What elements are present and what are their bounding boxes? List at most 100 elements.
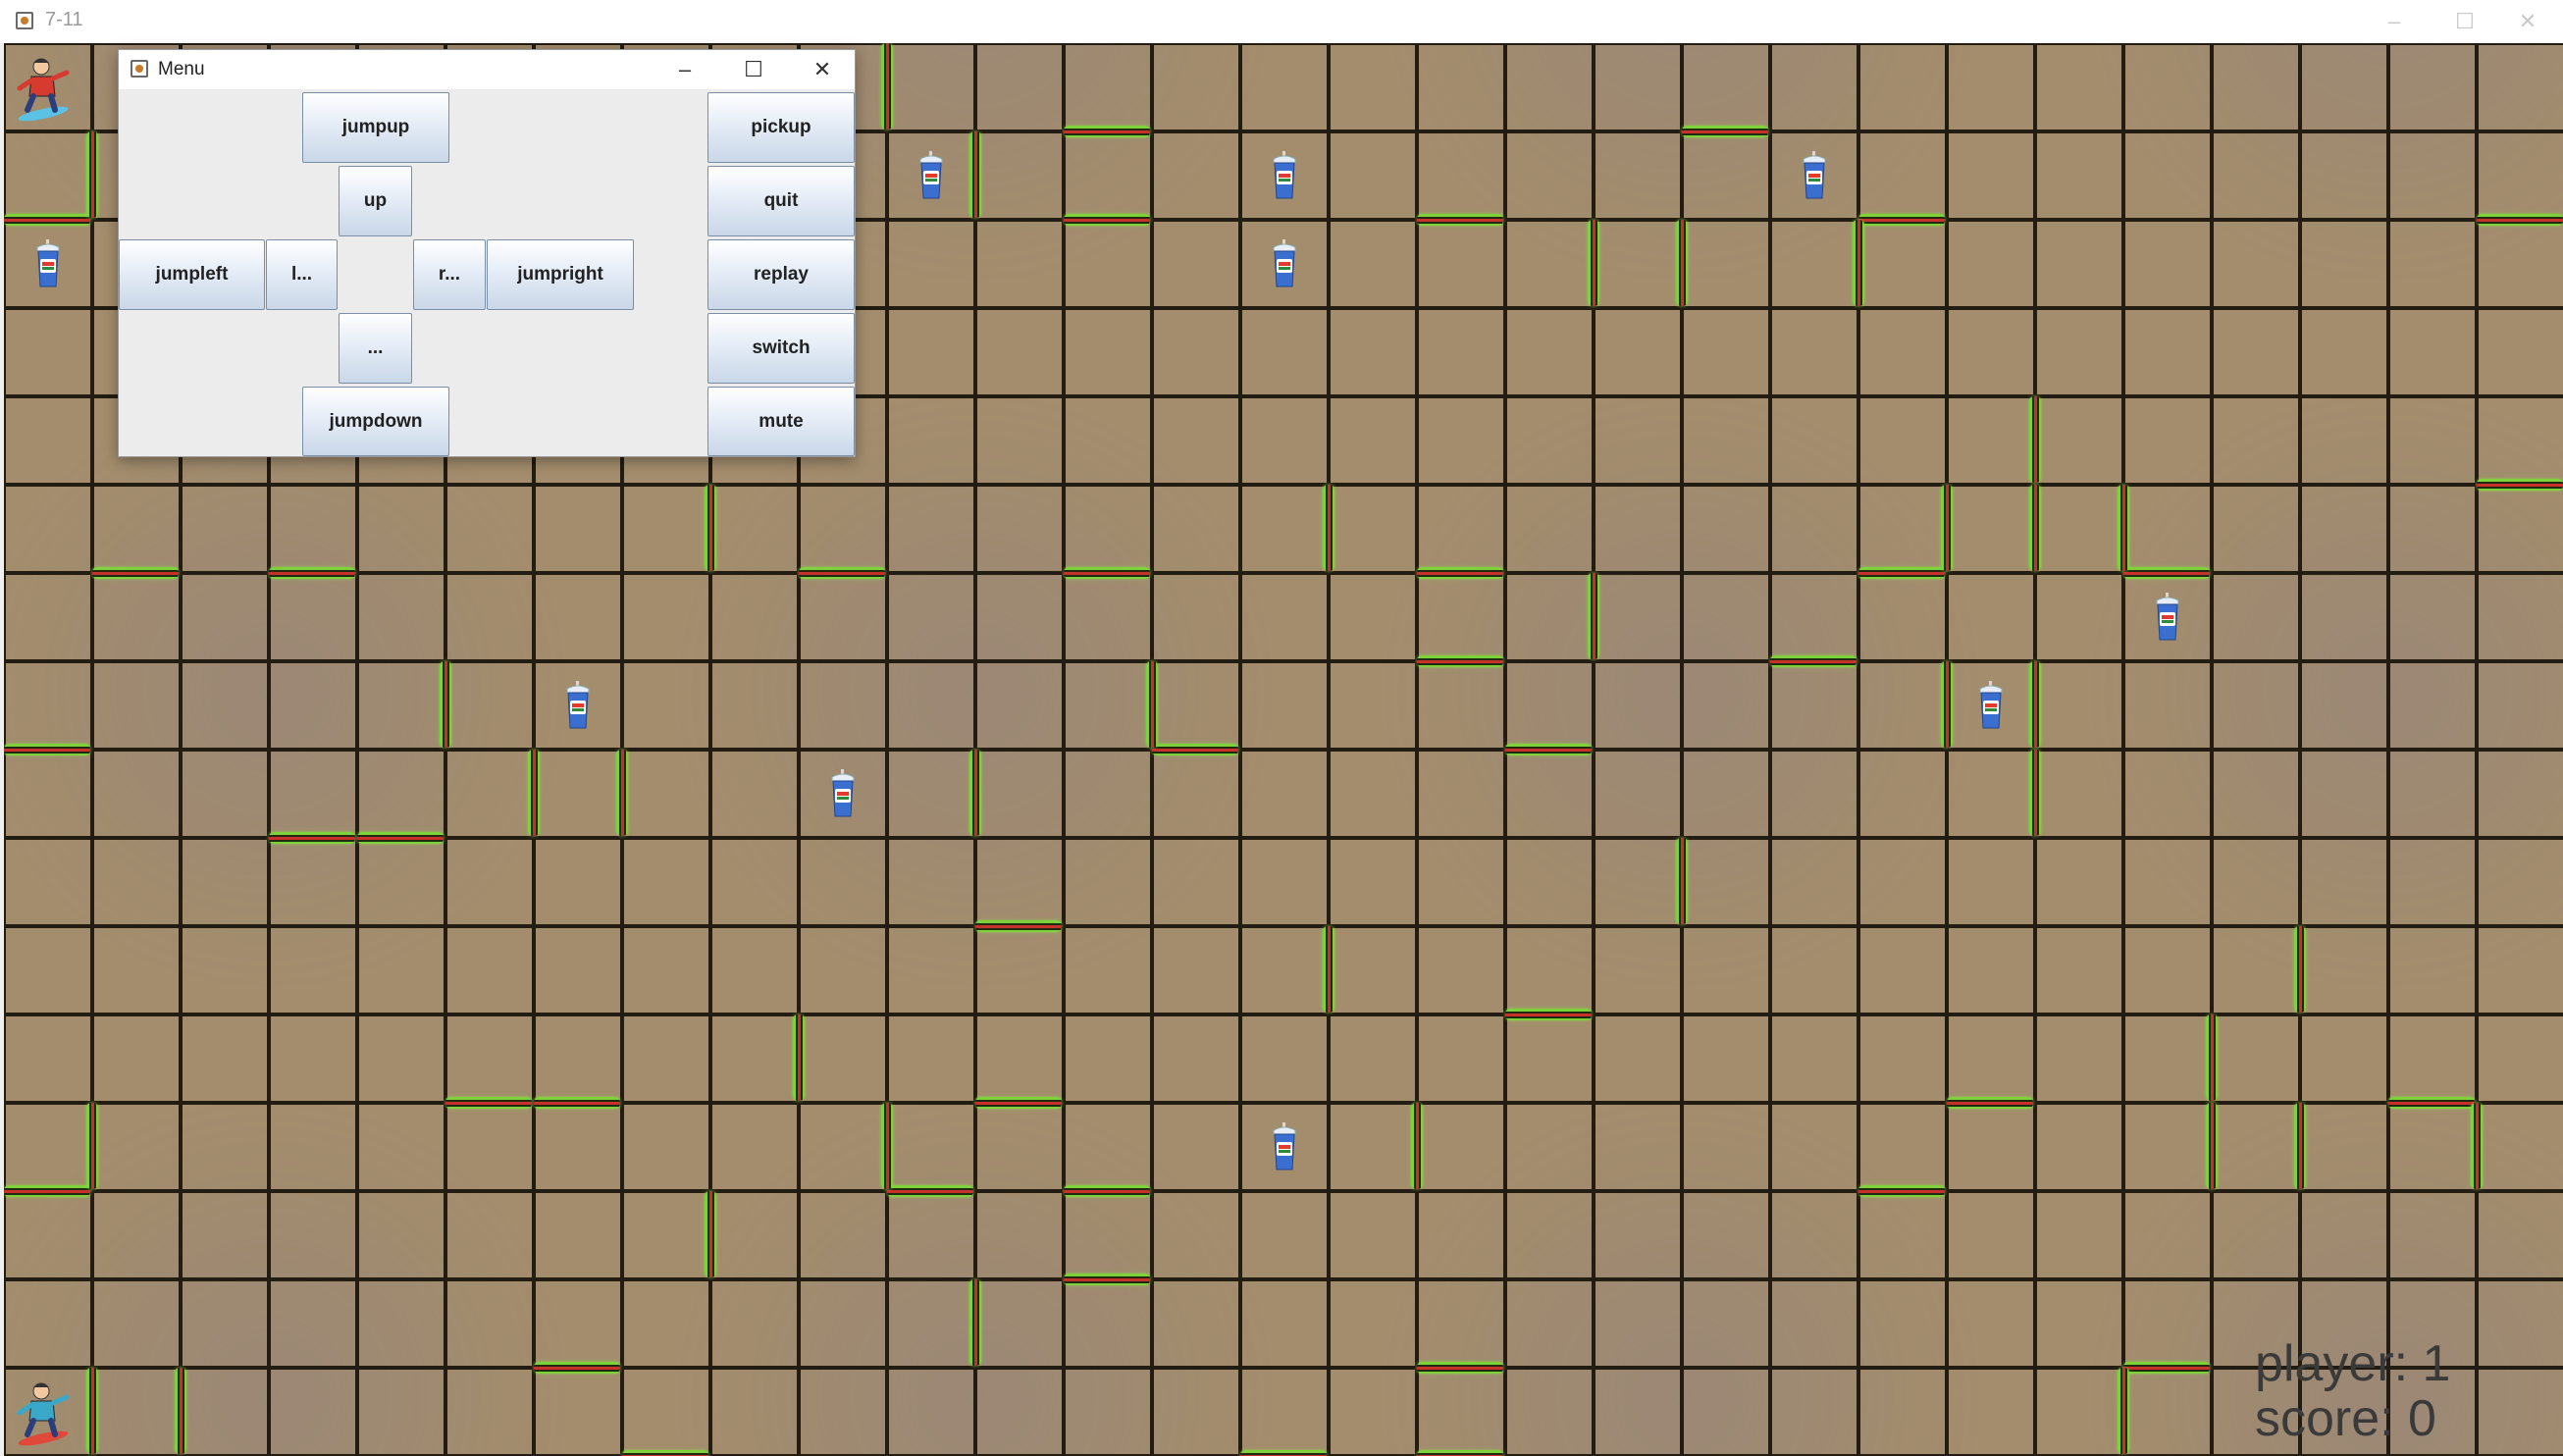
wall-horizontal: [1770, 655, 1857, 667]
wall-horizontal: [2123, 1362, 2210, 1374]
player-1-snowboarder-icon: [17, 58, 70, 122]
wall-vertical: [705, 485, 716, 571]
wall-horizontal: [1682, 126, 1768, 137]
wall-vertical: [86, 1103, 98, 1189]
wall-vertical: [705, 1191, 716, 1277]
wall-vertical: [2029, 750, 2041, 836]
wall-horizontal: [1417, 1450, 1503, 1456]
slurpee-cup-icon[interactable]: [1270, 1122, 1299, 1171]
wall-horizontal: [1417, 214, 1503, 226]
wall-vertical: [1941, 661, 1953, 748]
wall-horizontal: [1064, 567, 1150, 579]
wall-vertical: [175, 1368, 186, 1454]
up-button[interactable]: up: [339, 166, 412, 236]
wall-vertical: [2206, 1103, 2218, 1189]
wall-horizontal: [92, 567, 179, 579]
java-app-icon: [16, 12, 33, 29]
jumpright-button[interactable]: jumpright: [487, 239, 634, 310]
wall-horizontal: [1064, 214, 1150, 226]
wall-vertical: [969, 1279, 981, 1366]
wall-horizontal: [1505, 1009, 1592, 1020]
jumpdown-button[interactable]: jumpdown: [302, 387, 449, 456]
slurpee-cup-icon[interactable]: [916, 151, 946, 200]
wall-vertical: [2294, 1103, 2306, 1189]
wall-vertical: [969, 750, 981, 836]
wall-vertical: [1676, 220, 1688, 306]
wall-vertical: [440, 661, 451, 748]
wall-horizontal: [887, 1185, 973, 1197]
menu-window: Menu – ☐ ✕ jumpup up jumpleft l... r... …: [118, 49, 856, 457]
right-button[interactable]: r...: [413, 239, 486, 310]
player-indicator: player: 1: [2255, 1335, 2451, 1392]
main-titlebar: 7-11 – ☐ ✕: [0, 0, 2563, 43]
pickup-button[interactable]: pickup: [707, 92, 855, 163]
wall-vertical: [2029, 485, 2041, 571]
wall-horizontal: [269, 567, 355, 579]
slurpee-cup-icon[interactable]: [563, 681, 593, 730]
mute-button[interactable]: mute: [707, 387, 855, 456]
wall-vertical: [2294, 926, 2306, 1013]
wall-horizontal: [1152, 744, 1238, 755]
wall-horizontal: [975, 1097, 1062, 1109]
minimize-icon[interactable]: –: [651, 50, 719, 89]
wall-vertical: [2118, 485, 2129, 571]
wall-vertical: [1411, 1103, 1423, 1189]
wall-vertical: [2029, 661, 2041, 748]
wall-horizontal: [357, 832, 444, 844]
maximize-icon[interactable]: ☐: [2430, 0, 2500, 43]
wall-vertical: [1323, 485, 1334, 571]
left-button[interactable]: l...: [266, 239, 338, 310]
quit-button[interactable]: quit: [707, 166, 855, 236]
slurpee-cup-icon[interactable]: [2153, 593, 2182, 642]
slurpee-cup-icon[interactable]: [33, 239, 63, 288]
wall-horizontal: [1858, 1185, 1945, 1197]
menu-titlebar[interactable]: Menu – ☐ ✕: [119, 50, 855, 89]
slurpee-cup-icon[interactable]: [1800, 151, 1829, 200]
wall-vertical: [1676, 838, 1688, 924]
wall-horizontal: [4, 1185, 90, 1197]
jumpup-button[interactable]: jumpup: [302, 92, 449, 163]
wall-vertical: [881, 43, 893, 130]
wall-vertical: [86, 131, 98, 218]
wall-horizontal: [799, 567, 885, 579]
wall-vertical: [86, 1368, 98, 1454]
wall-horizontal: [2123, 567, 2210, 579]
wall-vertical: [2471, 1103, 2483, 1189]
jumpleft-button[interactable]: jumpleft: [119, 239, 265, 310]
minimize-icon[interactable]: –: [2359, 0, 2430, 43]
wall-horizontal: [2388, 1097, 2475, 1109]
wall-horizontal: [2477, 214, 2563, 226]
wall-vertical: [1941, 485, 1953, 571]
wall-vertical: [616, 750, 628, 836]
maximize-icon[interactable]: ☐: [719, 50, 788, 89]
wall-horizontal: [534, 1362, 620, 1374]
slurpee-cup-icon[interactable]: [1270, 239, 1299, 288]
wall-horizontal: [1064, 1185, 1150, 1197]
wall-vertical: [793, 1014, 805, 1101]
hud: player: 1 score: 0: [2255, 1336, 2450, 1446]
wall-horizontal: [445, 1097, 532, 1109]
close-icon[interactable]: ✕: [2492, 0, 2563, 43]
wall-horizontal: [1858, 567, 1945, 579]
switch-button[interactable]: switch: [707, 313, 855, 384]
down-button[interactable]: ...: [339, 313, 412, 384]
wall-vertical: [2029, 396, 2041, 483]
wall-horizontal: [1064, 126, 1150, 137]
score-display: score: 0: [2255, 1390, 2436, 1447]
replay-button[interactable]: replay: [707, 239, 855, 310]
wall-vertical: [528, 750, 540, 836]
close-icon[interactable]: ✕: [788, 50, 857, 89]
player-2-snowboarder-icon: [17, 1382, 70, 1446]
wall-vertical: [969, 131, 981, 218]
slurpee-cup-icon[interactable]: [1270, 151, 1299, 200]
wall-horizontal: [622, 1450, 708, 1456]
wall-horizontal: [1505, 744, 1592, 755]
wall-horizontal: [2477, 479, 2563, 491]
wall-horizontal: [534, 1097, 620, 1109]
wall-vertical: [1588, 220, 1599, 306]
wall-vertical: [2206, 1014, 2218, 1101]
slurpee-cup-icon[interactable]: [828, 769, 858, 818]
wall-vertical: [1588, 573, 1599, 659]
wall-vertical: [1853, 220, 1864, 306]
slurpee-cup-icon[interactable]: [1976, 681, 2006, 730]
